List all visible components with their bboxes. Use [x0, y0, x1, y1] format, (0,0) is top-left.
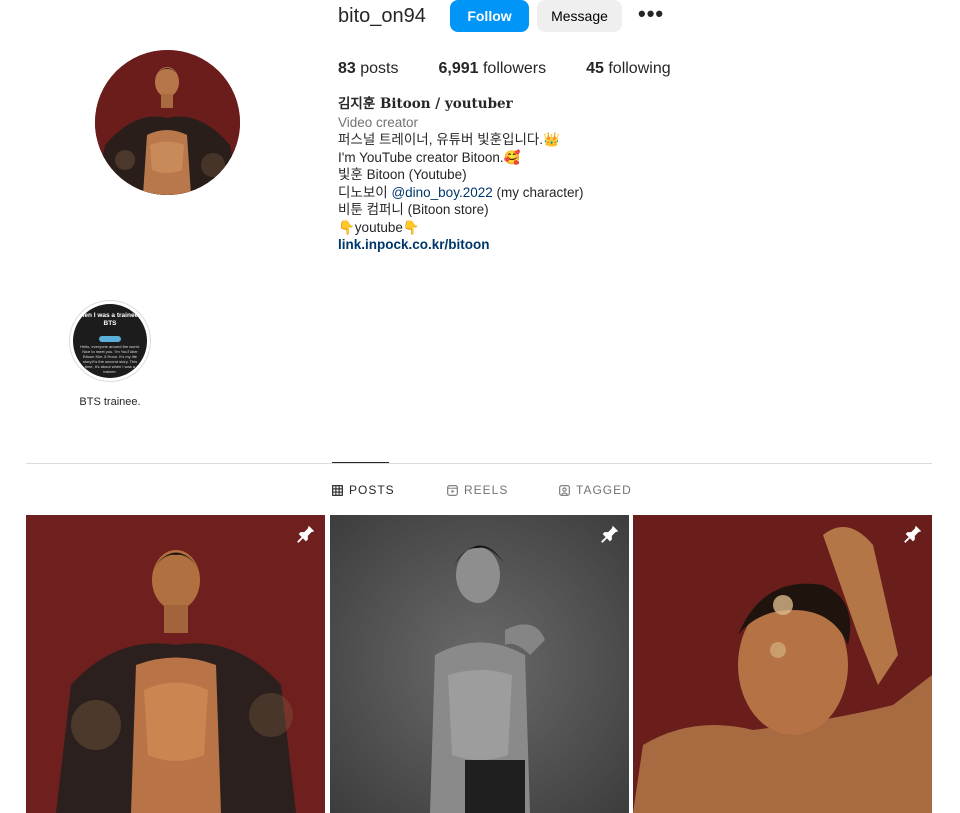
bio-mention-link[interactable]: @dino_boy.2022 [391, 185, 492, 200]
bio-category: Video creator [338, 114, 419, 130]
followers-stat[interactable]: 6,991 followers [438, 59, 546, 79]
highlight-label[interactable]: BTS trainee. [60, 396, 160, 408]
follow-button[interactable]: Follow [450, 0, 529, 32]
post-thumbnail[interactable] [26, 515, 325, 813]
posts-stat: 83 posts [338, 59, 398, 79]
post-photo [330, 515, 629, 813]
tab-tagged[interactable]: TAGGED [559, 483, 632, 497]
tab-reels[interactable]: REELS [447, 483, 508, 497]
posts-label: posts [355, 60, 399, 77]
avatar-photo [95, 50, 240, 195]
bio-text: 디노보이 [338, 184, 392, 200]
reels-icon [447, 484, 458, 496]
highlight-cover-title: When I was a trainee at BTS [74, 312, 146, 327]
tagged-icon [559, 484, 570, 496]
following-label: following [603, 60, 671, 77]
bio-line: 퍼스널 트레이너, 유튜버 빛훈입니다.👑 [338, 132, 560, 147]
profile-avatar[interactable] [95, 50, 240, 195]
pin-icon [297, 525, 315, 543]
tab-posts[interactable]: POSTS [332, 483, 395, 497]
pin-icon [904, 525, 922, 543]
post-photo [633, 515, 932, 813]
grid-icon [332, 484, 343, 496]
tab-tagged-label: TAGGED [576, 483, 632, 497]
bio-line: 비툰 컴퍼니 (Bitoon store) [338, 202, 489, 217]
pin-icon [601, 525, 619, 543]
bio-line: I'm YouTube creator Bitoon.🥰 [338, 149, 521, 165]
bio-text: (my character) [492, 184, 584, 200]
highlight-cover-badge [99, 336, 121, 342]
profile-stats: 83 posts 6,991 followers 45 following [338, 59, 671, 79]
active-tab-indicator [332, 462, 389, 463]
following-count: 45 [586, 60, 604, 77]
message-button[interactable]: Message [537, 0, 622, 32]
bio-line: 👇youtube👇 [338, 219, 420, 235]
following-stat[interactable]: 45 following [586, 59, 671, 79]
bio-name: 김지훈 Bitoon / youtuber [338, 96, 513, 112]
tabs-divider [26, 463, 932, 464]
highlight-cover[interactable]: When I was a trainee at BTS Hello, every… [73, 304, 147, 378]
bio-line: 디노보이 @dino_boy.2022 (my character) [338, 184, 758, 202]
profile-bio: 김지훈 Bitoon / youtuber Video creator 퍼스널 … [338, 96, 758, 254]
bio-line: 빛훈 Bitoon (Youtube) [338, 167, 467, 182]
more-options-icon[interactable]: ••• [638, 0, 664, 32]
followers-label: followers [478, 60, 547, 77]
followers-count: 6,991 [438, 60, 479, 77]
tab-posts-label: POSTS [349, 483, 395, 497]
posts-count: 83 [338, 60, 356, 77]
highlight-cover-text: Hello, everyone around the world. Nice t… [80, 344, 140, 374]
post-photo [26, 515, 325, 813]
tab-reels-label: REELS [464, 483, 509, 497]
post-thumbnail[interactable] [633, 515, 932, 813]
post-thumbnail[interactable] [330, 515, 629, 813]
bio-external-link[interactable]: link.inpock.co.kr/bitoon [338, 236, 758, 254]
profile-username: bito_on94 [338, 5, 426, 27]
